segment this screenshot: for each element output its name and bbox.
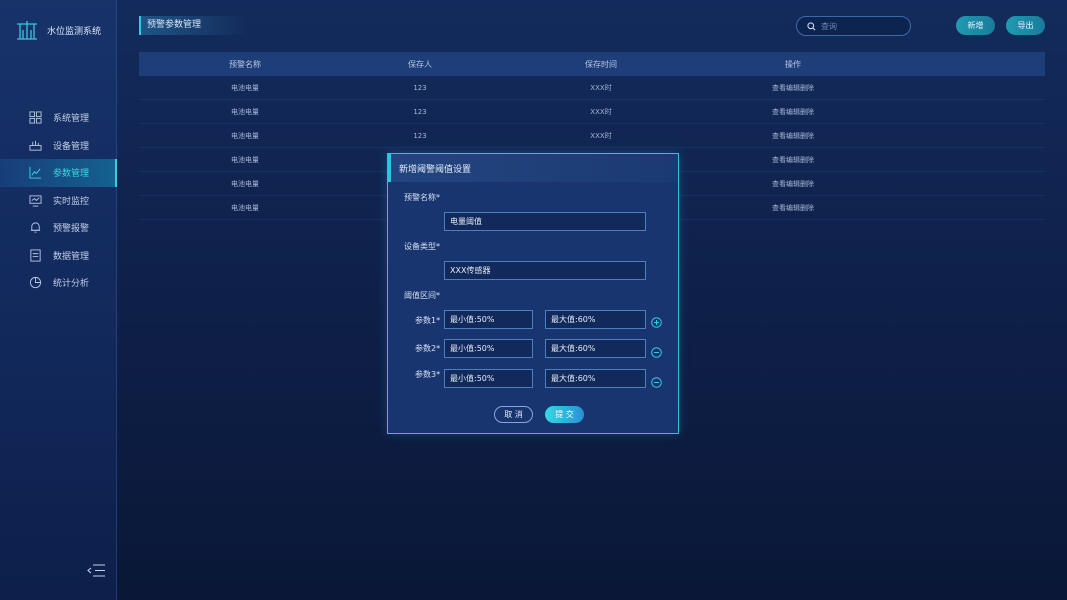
column-header-actions: 操作 [785,59,801,69]
cell-time: XXX时 [590,83,612,92]
table-row: 电池电量 123 XXX时 查看编辑删除 [139,76,1045,100]
sidebar: 水位监测系统 系统管理 设备管理 参数管理 实时监控 预警报警 数据管理 统计分… [0,0,117,600]
column-header-time: 保存时间 [585,59,617,69]
sidebar-item-system[interactable]: 系统管理 [0,104,117,132]
param2-label: 参数2* [415,344,441,353]
type-field[interactable]: XXX传感器 [444,261,646,280]
sidebar-item-params[interactable]: 参数管理 [0,159,117,187]
cell-saver: 123 [413,83,427,92]
row-actions[interactable]: 查看编辑删除 [713,155,873,165]
export-button[interactable]: 导出 [1006,16,1045,35]
search-box[interactable] [796,16,911,36]
cell-time: XXX时 [590,131,612,140]
table-header: 预警名称 保存人 保存时间 操作 [139,52,1045,76]
sidebar-nav: 系统管理 设备管理 参数管理 实时监控 预警报警 数据管理 统计分析 [0,104,117,297]
sidebar-item-label: 预警报警 [53,224,90,235]
sidebar-item-label: 参数管理 [53,169,90,180]
name-field[interactable]: 电量阈值 [444,212,646,231]
sidebar-item-data[interactable]: 数据管理 [0,242,117,270]
sidebar-item-label: 数据管理 [53,251,90,262]
row-actions[interactable]: 查看编辑删除 [713,179,873,189]
collapse-menu-icon[interactable] [87,563,106,578]
range-label: 阈值区间* [404,291,440,300]
bell-icon [28,221,42,235]
sidebar-item-label: 设备管理 [53,141,90,152]
page-title: 预警参数管理 [139,16,249,35]
cell-name: 电池电量 [231,107,259,116]
device-icon [28,138,42,152]
app-title: 水位监测系统 [47,26,102,37]
chart-line-icon [28,166,42,180]
search-icon [807,21,816,30]
remove-param-icon[interactable] [651,373,662,388]
submit-button[interactable]: 提 交 [545,406,584,423]
sidebar-item-label: 实时监控 [53,196,90,207]
param1-max-field[interactable]: 最大值:60% [545,310,646,329]
monitor-icon [28,193,42,207]
param2-min-field[interactable]: 最小值:50% [444,339,533,358]
column-header-name: 预警名称 [229,59,261,69]
column-header-saver: 保存人 [408,59,432,69]
param3-min-field[interactable]: 最小值:50% [444,369,533,388]
search-input[interactable] [821,21,901,31]
cell-name: 电池电量 [231,179,259,188]
cell-name: 电池电量 [231,203,259,212]
param3-label: 参数3* [415,370,441,379]
cell-saver: 123 [413,107,427,116]
threshold-modal: 新增阈警阈值设置 预警名称* 电量阈值 设备类型* XXX传感器 阈值区间* 参… [387,153,679,434]
row-actions[interactable]: 查看编辑删除 [713,131,873,141]
table-row: 电池电量 123 XXX时 查看编辑删除 [139,124,1045,148]
sidebar-item-label: 系统管理 [53,114,90,125]
logo: 水位监测系统 [16,20,101,40]
param3-max-field[interactable]: 最大值:60% [545,369,646,388]
table-row: 电池电量 123 XXX时 查看编辑删除 [139,100,1045,124]
param1-min-field[interactable]: 最小值:50% [444,310,533,329]
add-button[interactable]: 新增 [956,16,995,35]
cell-time: XXX时 [590,107,612,116]
cancel-button[interactable]: 取 消 [494,406,533,423]
param2-max-field[interactable]: 最大值:60% [545,339,646,358]
cell-name: 电池电量 [231,83,259,92]
document-icon [28,248,42,262]
cell-saver: 123 [413,131,427,140]
sidebar-item-device[interactable]: 设备管理 [0,132,117,160]
pie-chart-icon [28,276,42,290]
row-actions[interactable]: 查看编辑删除 [713,203,873,213]
cell-name: 电池电量 [231,155,259,164]
sidebar-item-stats[interactable]: 统计分析 [0,269,117,297]
param1-label: 参数1* [415,316,441,325]
row-actions[interactable]: 查看编辑删除 [713,83,873,93]
sidebar-item-monitor[interactable]: 实时监控 [0,187,117,215]
sidebar-item-label: 统计分析 [53,279,90,290]
name-label: 预警名称* [404,193,440,202]
water-level-logo-icon [17,21,37,40]
sidebar-item-alarm[interactable]: 预警报警 [0,214,117,242]
row-actions[interactable]: 查看编辑删除 [713,107,873,117]
remove-param-icon[interactable] [651,343,662,358]
cell-name: 电池电量 [231,131,259,140]
add-param-icon[interactable] [651,313,662,328]
modal-title: 新增阈警阈值设置 [388,154,678,182]
grid-icon [28,111,42,125]
type-label: 设备类型* [404,242,440,251]
